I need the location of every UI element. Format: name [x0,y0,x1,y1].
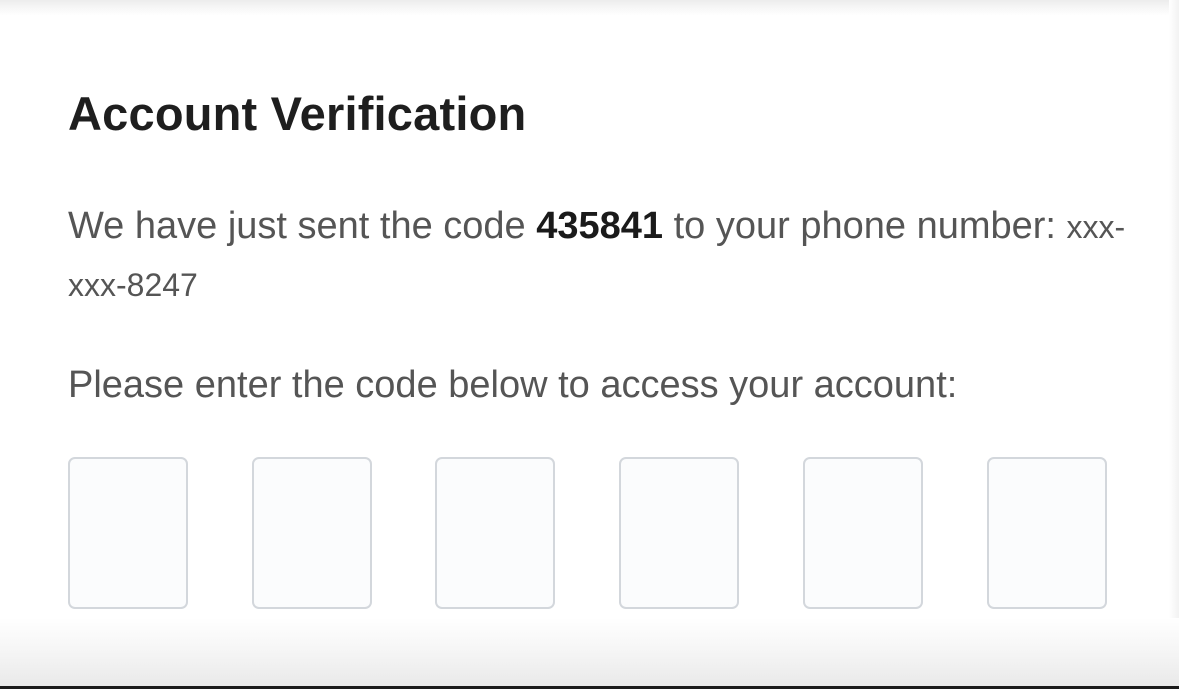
code-entry-prompt: Please enter the code below to access yo… [68,364,958,406]
page-title: Account Verification [68,87,527,140]
code-digit-1-input[interactable] [68,457,188,609]
verification-code: 435841 [536,205,664,247]
verification-message: We have just sent the code 435841 to you… [68,198,1128,314]
code-digit-5-input[interactable] [803,457,923,609]
code-digit-2-input[interactable] [252,457,372,609]
code-digit-3-input[interactable] [435,457,555,609]
verification-card: Account Verification We have just sent t… [0,0,1179,689]
bottom-edge-shadow [0,618,1179,686]
message-suffix: to your phone number: [663,205,1067,247]
code-digit-4-input[interactable] [619,457,739,609]
message-prefix: We have just sent the code [68,205,537,247]
code-digit-6-input[interactable] [987,457,1107,609]
code-input-group [68,457,1110,611]
